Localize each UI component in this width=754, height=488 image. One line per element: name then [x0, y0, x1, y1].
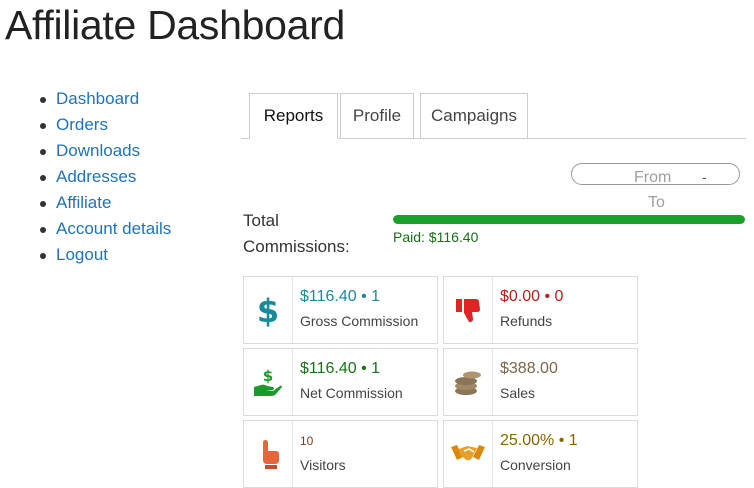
tab-reports[interactable]: Reports — [249, 93, 338, 139]
nav-item-orders: Orders — [40, 112, 171, 138]
stat-value: $116.40 • 1 — [300, 288, 381, 305]
svg-text:$: $ — [257, 293, 279, 327]
date-from-placeholder: From — [634, 169, 672, 186]
dashboard-tabs: Reports Profile Campaigns — [241, 93, 746, 139]
commissions-progress-bar — [393, 215, 745, 224]
nav-link-addresses[interactable]: Addresses — [56, 167, 136, 186]
stat-label: Visitors — [300, 457, 346, 473]
stat-label: Conversion — [500, 457, 571, 473]
total-commissions-label: Total Commissions: — [243, 208, 350, 260]
stat-label: Gross Commission — [300, 313, 419, 329]
nav-link-dashboard[interactable]: Dashboard — [56, 89, 139, 108]
coins-icon — [444, 349, 493, 415]
pointer-hand-icon — [244, 421, 293, 487]
total-commissions-label-line2: Commissions: — [243, 237, 350, 256]
hand-dollar-icon: $ — [244, 349, 293, 415]
dollar-icon: $ — [244, 277, 293, 343]
stat-value: 25.00% • 1 — [500, 432, 578, 449]
total-commissions-label-line1: Total — [243, 211, 279, 230]
tab-campaigns[interactable]: Campaigns — [420, 93, 528, 138]
stat-value: $388.00 — [500, 360, 558, 377]
stat-value: 10 — [300, 434, 314, 448]
nav-item-downloads: Downloads — [40, 138, 171, 164]
stat-card-refunds: $0.00 • 0 Refunds — [443, 276, 638, 344]
nav-link-downloads[interactable]: Downloads — [56, 141, 140, 160]
nav-link-orders[interactable]: Orders — [56, 115, 108, 134]
nav-item-dashboard: Dashboard — [40, 86, 171, 112]
stat-card-gross-commission: $ $116.40 • 1 Gross Commission — [243, 276, 438, 344]
stat-card-net-commission: $ $116.40 • 1 Net Commission — [243, 348, 438, 416]
nav-item-logout: Logout — [40, 242, 171, 268]
stat-value: $0.00 • 0 — [500, 288, 564, 305]
nav-item-addresses: Addresses — [40, 164, 171, 190]
stat-label: Sales — [500, 385, 536, 401]
nav-link-account-details[interactable]: Account details — [56, 219, 171, 238]
stat-value: $116.40 • 1 — [300, 360, 381, 377]
date-separator: - — [702, 169, 707, 185]
svg-text:$: $ — [263, 367, 273, 385]
tab-profile[interactable]: Profile — [340, 93, 414, 138]
paid-amount-label: Paid: $116.40 — [393, 229, 479, 245]
nav-link-affiliate[interactable]: Affiliate — [56, 193, 111, 212]
stat-label: Net Commission — [300, 385, 403, 401]
nav-link-logout[interactable]: Logout — [56, 245, 108, 264]
handshake-icon — [444, 421, 493, 487]
stat-card-conversion: 25.00% • 1 Conversion — [443, 420, 638, 488]
page-title: Affiliate Dashboard — [5, 2, 345, 48]
stat-label: Refunds — [500, 313, 553, 329]
stat-card-visitors: 10 Visitors — [243, 420, 438, 488]
nav-item-affiliate: Affiliate — [40, 190, 171, 216]
account-navigation: Dashboard Orders Downloads Addresses Aff… — [40, 86, 171, 268]
commissions-paid-fill — [393, 215, 745, 224]
stat-card-sales: $388.00 Sales — [443, 348, 638, 416]
date-to-placeholder: To — [648, 194, 665, 211]
nav-item-account-details: Account details — [40, 216, 171, 242]
thumbs-down-icon — [444, 277, 493, 343]
